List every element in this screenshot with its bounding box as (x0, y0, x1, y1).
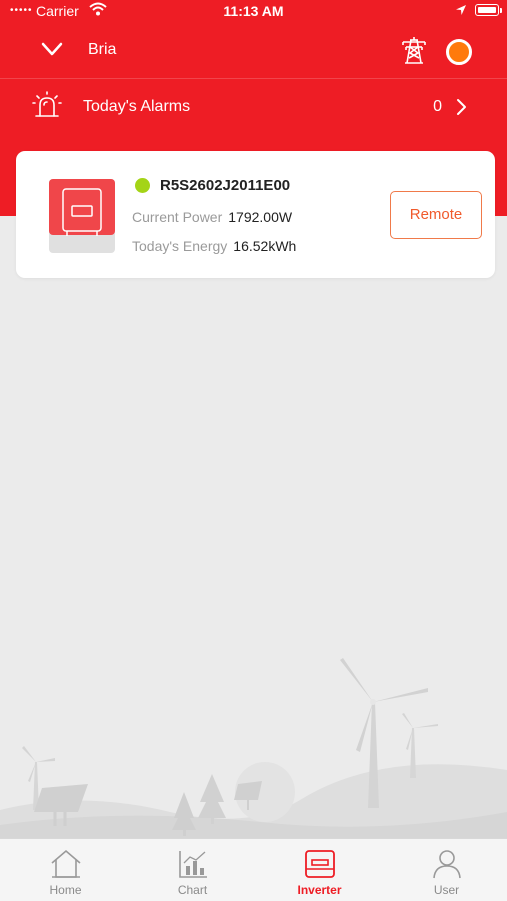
current-power-label: Current Power (132, 209, 223, 225)
tab-chart-label[interactable]: Chart (129, 883, 256, 897)
chevron-down-icon[interactable] (38, 38, 66, 67)
tab-home-label[interactable]: Home (2, 883, 129, 897)
station-name[interactable]: Bria (88, 41, 116, 59)
alarms-label: Today's Alarms (83, 98, 191, 115)
todays-energy-value: 16.52kWh (233, 238, 297, 254)
current-power-row: Current Power 1792.00W (132, 209, 292, 225)
remote-button[interactable]: Remote (390, 191, 482, 239)
inverter-card[interactable]: R5S2602J2011E00 Current Power 1792.00W To… (16, 151, 495, 278)
current-power-value: 1792.00W (228, 209, 293, 225)
battery-icon (475, 4, 499, 16)
chart-icon[interactable] (176, 848, 210, 885)
tab-inverter-label[interactable]: Inverter (256, 883, 383, 897)
todays-energy-row: Today's Energy 16.52kWh (132, 238, 296, 254)
clock: 11:13 AM (223, 3, 284, 19)
tab-user-label[interactable]: User (383, 883, 507, 897)
status-bar: ••••• Carrier 11:13 AM (0, 0, 507, 24)
power-tower-icon[interactable] (399, 36, 429, 69)
todays-energy-label: Today's Energy (132, 238, 228, 254)
tab-home[interactable]: Home (2, 839, 129, 901)
landscape-illustration (0, 658, 507, 840)
home-icon[interactable] (49, 848, 83, 885)
station-status-dot (446, 39, 472, 65)
inverter-icon[interactable] (303, 848, 337, 885)
inverter-device-icon (49, 179, 115, 258)
location-arrow-icon (455, 3, 467, 19)
tab-chart[interactable]: Chart (129, 839, 256, 901)
alarms-row[interactable]: Today's Alarms 0 (0, 82, 507, 132)
divider (0, 78, 507, 79)
inverter-serial: R5S2602J2011E00 (160, 177, 291, 194)
battery-tip (500, 8, 502, 13)
station-selector[interactable]: Bria (0, 26, 507, 76)
alarms-count: 0 (433, 98, 442, 115)
online-status-dot (135, 178, 150, 193)
tab-user[interactable]: User (383, 839, 507, 901)
chevron-right-icon[interactable] (455, 97, 469, 122)
tab-bar: Home Chart Inverter User (0, 838, 507, 901)
user-icon[interactable] (430, 848, 464, 885)
alarm-siren-icon (32, 91, 62, 126)
tab-inverter[interactable]: Inverter (256, 839, 383, 901)
